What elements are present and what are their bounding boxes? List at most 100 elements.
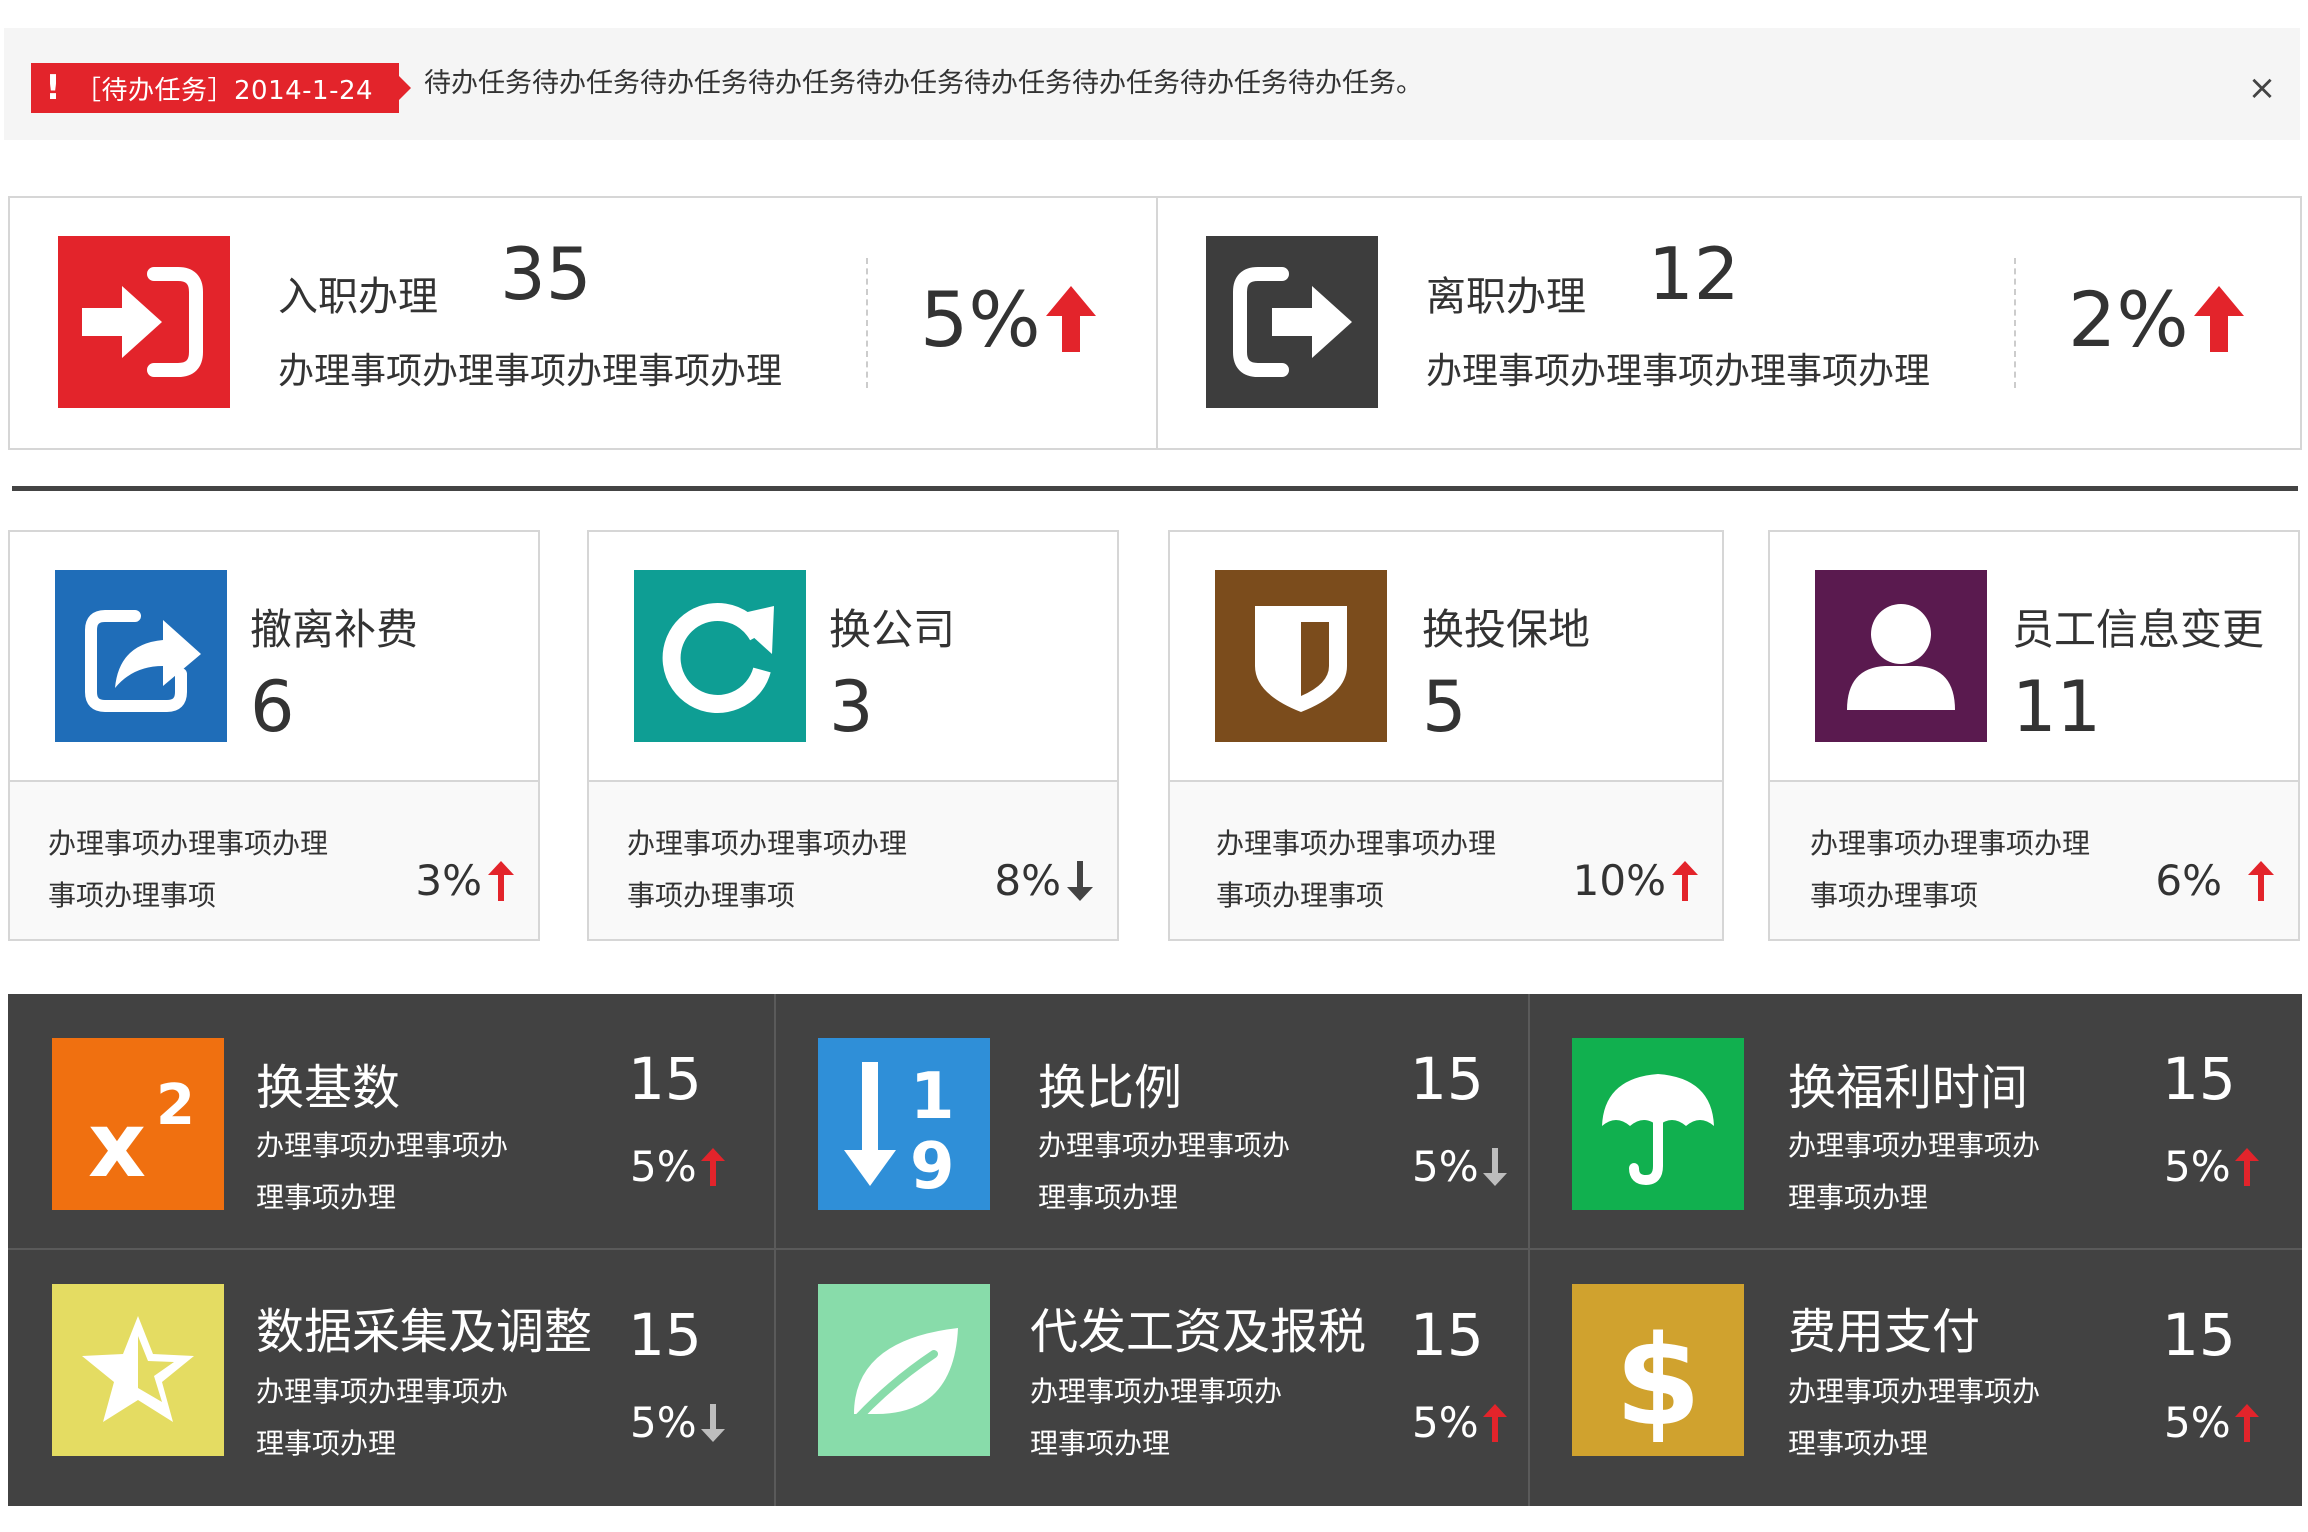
arrow-down-icon xyxy=(700,1404,725,1442)
tile-change-base[interactable]: x 2 换基数 办理事项办理事项办 理事项办理 15 5% xyxy=(8,994,774,1250)
tile-count: 15 xyxy=(628,1045,702,1113)
tile-fee-payment[interactable]: $ 费用支付 办理事项办理事项办 理事项办理 15 5% xyxy=(1530,1250,2302,1506)
card-header: 换公司 3 xyxy=(589,532,1117,782)
tile-title: 换比例 xyxy=(1038,1060,1183,1116)
leaf-icon xyxy=(818,1284,990,1456)
stat-count: 12 xyxy=(1648,232,1740,316)
stat-description: 办理事项办理事项办理事项办理 xyxy=(1426,351,1931,392)
stat-title: 换公司 xyxy=(829,605,956,654)
tile-change-ratio[interactable]: 1 9 换比例 办理事项办理事项办 理事项办理 15 5% xyxy=(776,994,1528,1250)
tile-description: 理事项办理 xyxy=(256,1181,397,1214)
stat-title: 入职办理 xyxy=(278,274,438,320)
tile-description: 理事项办理 xyxy=(1038,1181,1179,1214)
svg-text:$: $ xyxy=(1615,1310,1701,1454)
tile-percent: 5% xyxy=(630,1142,697,1191)
tile-payroll-tax[interactable]: 代发工资及报税 办理事项办理事项办 理事项办理 15 5% xyxy=(776,1250,1528,1506)
superscript-icon: x 2 xyxy=(52,1038,224,1210)
card-header: 员工信息变更 11 xyxy=(1770,532,2298,782)
svg-text:9: 9 xyxy=(910,1130,955,1204)
tile-description: 理事项办理 xyxy=(1788,1181,1929,1214)
stat-description: 事项办理事项 xyxy=(627,879,796,912)
sort-numeric-icon: 1 9 xyxy=(818,1038,990,1210)
tile-count: 15 xyxy=(1410,1045,1484,1113)
tile-trend: 5% xyxy=(630,1146,725,1188)
arrow-up-icon xyxy=(700,1148,725,1186)
tile-description: 理事项办理 xyxy=(256,1427,397,1460)
stat-title: 员工信息变更 xyxy=(2012,605,2265,654)
card-header: 撤离补费 6 xyxy=(10,532,538,782)
tile-trend: 5% xyxy=(2164,1402,2259,1444)
tile-percent: 5% xyxy=(1412,1398,1479,1447)
divider xyxy=(866,258,868,388)
stat-trend: 6% xyxy=(2155,860,2274,902)
stat-title: 撤离补费 xyxy=(250,605,419,654)
stat-description: 办理事项办理事项办理事项办理 xyxy=(278,351,783,392)
tile-data-collection[interactable]: 数据采集及调整 办理事项办理事项办 理事项办理 15 5% xyxy=(8,1250,774,1506)
tile-percent: 5% xyxy=(2164,1142,2231,1191)
stat-percent: 2% xyxy=(2068,275,2189,364)
tile-trend: 5% xyxy=(1412,1402,1507,1444)
tile-percent: 5% xyxy=(630,1398,697,1447)
stat-card-change-company[interactable]: 换公司 3 办理事项办理事项办理 事项办理事项 8% xyxy=(587,530,1119,941)
alert-badge: ! ［待办任务］2014-1-24 xyxy=(31,63,411,113)
svg-text:2: 2 xyxy=(156,1073,195,1138)
shield-icon xyxy=(1215,570,1387,742)
card-footer: 办理事项办理事项办理 事项办理事项 10% xyxy=(1170,782,1722,939)
refresh-icon xyxy=(634,570,806,742)
stat-trend: 3% xyxy=(415,860,514,902)
tile-count: 15 xyxy=(1410,1301,1484,1369)
stat-count: 3 xyxy=(829,666,874,748)
arrow-up-icon xyxy=(488,861,514,901)
arrow-up-icon xyxy=(2194,286,2244,352)
card-footer: 办理事项办理事项办理 事项办理事项 3% xyxy=(10,782,538,939)
stat-percent: 6% xyxy=(2155,856,2222,905)
svg-text:1: 1 xyxy=(910,1060,955,1134)
stat-description: 事项办理事项 xyxy=(1216,879,1385,912)
exclamation-icon: ! xyxy=(45,68,61,108)
stat-percent: 10% xyxy=(1572,856,1666,905)
service-tiles-panel: x 2 换基数 办理事项办理事项办 理事项办理 15 5% 1 9 换比例 办理… xyxy=(8,994,2302,1506)
stat-description: 事项办理事项 xyxy=(1810,879,1979,912)
stat-description: 办理事项办理事项办理 xyxy=(1216,827,1497,860)
arrow-up-icon xyxy=(2248,861,2274,901)
stat-description: 事项办理事项 xyxy=(48,879,217,912)
section-separator xyxy=(12,486,2298,491)
card-footer: 办理事项办理事项办理 事项办理事项 8% xyxy=(589,782,1117,939)
stat-card-change-insurance[interactable]: 换投保地 5 办理事项办理事项办理 事项办理事项 10% xyxy=(1168,530,1724,941)
arrow-up-icon xyxy=(1046,286,1096,352)
stat-card-onboarding[interactable]: 入职办理 35 办理事项办理事项办理事项办理 5% xyxy=(10,198,1156,448)
tile-description: 办理事项办理事项办 xyxy=(1038,1129,1291,1162)
tile-count: 15 xyxy=(2162,1301,2236,1369)
tile-description: 办理事项办理事项办 xyxy=(256,1375,509,1408)
tile-count: 15 xyxy=(628,1301,702,1369)
tile-title: 费用支付 xyxy=(1788,1304,1981,1360)
tile-percent: 5% xyxy=(1412,1142,1479,1191)
tile-description: 办理事项办理事项办 xyxy=(1030,1375,1283,1408)
stat-card-withdraw[interactable]: 撤离补费 6 办理事项办理事项办理 事项办理事项 3% xyxy=(8,530,540,941)
tile-percent: 5% xyxy=(2164,1398,2231,1447)
tile-trend: 5% xyxy=(2164,1146,2259,1188)
close-icon[interactable]: × xyxy=(2242,68,2282,108)
stat-description: 办理事项办理事项办理 xyxy=(627,827,908,860)
stat-count: 11 xyxy=(2012,666,2102,748)
stat-count: 6 xyxy=(250,666,295,748)
arrow-down-icon xyxy=(1482,1148,1507,1186)
stat-card-offboarding[interactable]: 离职办理 12 办理事项办理事项办理事项办理 2% xyxy=(1156,198,2302,448)
alert-tag: ［待办任务］2014-1-24 xyxy=(75,75,374,106)
tile-title: 换福利时间 xyxy=(1788,1060,2029,1116)
stat-count: 35 xyxy=(500,232,592,316)
todo-alert-bar: ! ［待办任务］2014-1-24 待办任务待办任务待办任务待办任务待办任务待办… xyxy=(4,28,2300,140)
logout-icon xyxy=(1206,236,1378,408)
arrow-up-icon xyxy=(1482,1404,1507,1442)
tile-description: 办理事项办理事项办 xyxy=(1788,1375,2041,1408)
tile-title: 代发工资及报税 xyxy=(1030,1304,1367,1360)
tile-description: 办理事项办理事项办 xyxy=(256,1129,509,1162)
tile-change-benefit-time[interactable]: 换福利时间 办理事项办理事项办 理事项办理 15 5% xyxy=(1530,994,2302,1250)
arrow-down-icon xyxy=(1067,861,1093,901)
user-icon xyxy=(1815,570,1987,742)
stat-title: 换投保地 xyxy=(1422,605,1591,654)
stat-percent: 8% xyxy=(994,856,1061,905)
stat-description: 办理事项办理事项办理 xyxy=(48,827,329,860)
stat-card-employee-info[interactable]: 员工信息变更 11 办理事项办理事项办理 事项办理事项 6% xyxy=(1768,530,2300,941)
tile-trend: 5% xyxy=(630,1402,725,1444)
